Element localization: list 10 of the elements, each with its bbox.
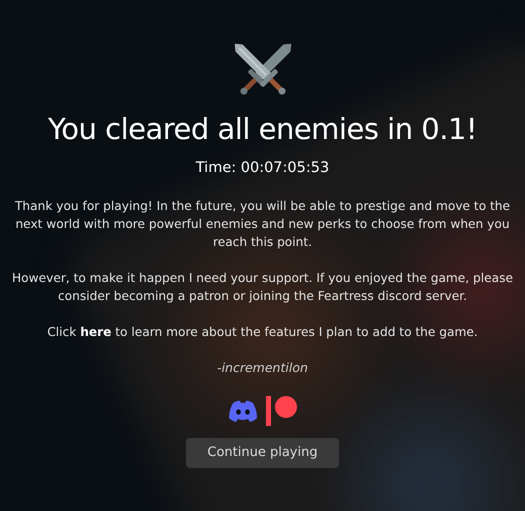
discord-icon[interactable] <box>228 400 258 422</box>
message-paragraph: Thank you for playing! In the future, you will be able to prestige and move to the next world with more powerful enemies and new perks to choose from when you reach this point. <box>14 198 512 252</box>
signature: -incrementilon <box>216 359 309 378</box>
elapsed-time: Time: 00:07:05:53 <box>194 158 330 178</box>
here-link[interactable]: here <box>80 325 112 340</box>
message-paragraph: However, to make it happen I need your support. If you enjoyed the game, please consider becoming a patron or joining the Feartress discord server. <box>11 270 514 306</box>
continue-playing-button[interactable]: Continue playing <box>186 438 339 468</box>
patreon-icon[interactable] <box>266 396 298 426</box>
victory-title: You cleared all enemies in 0.1! <box>46 111 478 148</box>
link-sentence: Click here to learn more about the features I plan to add to the game. <box>46 324 479 342</box>
